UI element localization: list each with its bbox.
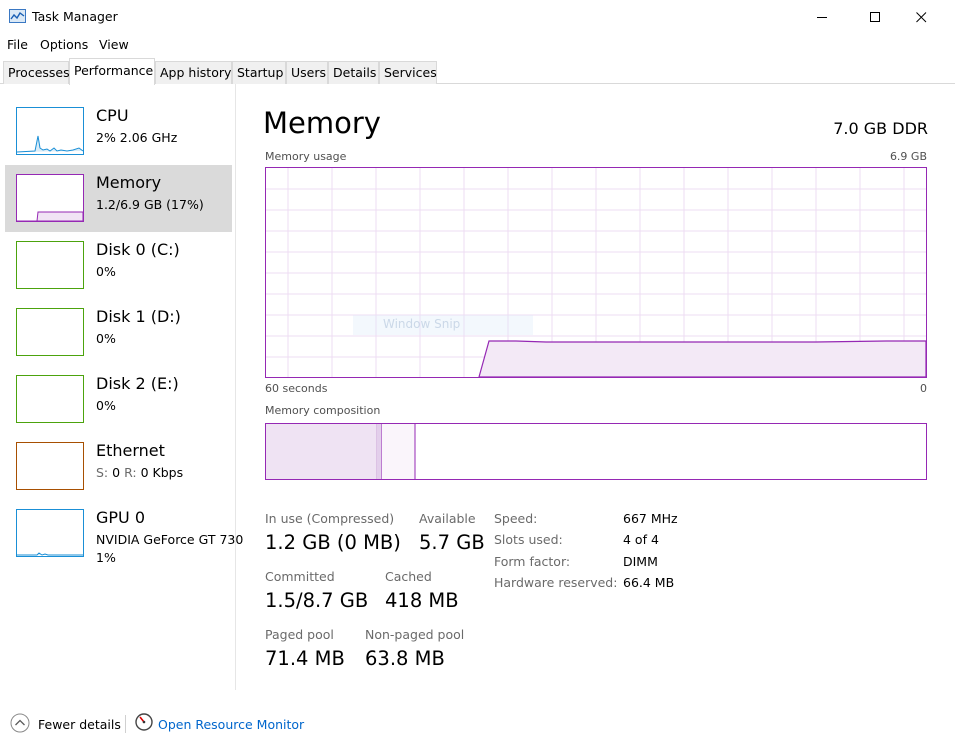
sidebar-item-cpu[interactable]: CPU 2% 2.06 GHz (5, 98, 232, 165)
sidebar-item-value: 0% (96, 264, 116, 279)
minimize-icon (816, 16, 827, 18)
ethernet-thumbnail-graph (16, 442, 84, 490)
sidebar-item-label: Memory (96, 173, 162, 192)
tab-app-history[interactable]: App history (155, 61, 232, 84)
memory-usage-area (478, 340, 927, 378)
speed-label: Speed: (494, 511, 538, 526)
tab-performance[interactable]: Performance (69, 58, 155, 85)
tab-processes[interactable]: Processes (3, 61, 70, 84)
form-factor-value: DIMM (623, 554, 658, 569)
cached-value: 418 MB (385, 589, 459, 612)
composition-standby (382, 424, 415, 479)
sidebar-item-gpu-0[interactable]: GPU 0 NVIDIA GeForce GT 730 1% (5, 500, 243, 567)
memory-usage-chart (266, 168, 927, 378)
disk-2-thumbnail-graph (16, 375, 84, 423)
tab-startup[interactable]: Startup (232, 61, 286, 84)
available-label: Available (419, 511, 476, 526)
minimize-button[interactable] (799, 0, 845, 34)
sidebar-item-value: 1.2/6.9 GB (17%) (96, 197, 204, 212)
memory-usage-graph (265, 167, 927, 378)
sidebar-item-ethernet[interactable]: Ethernet S: 0 R: 0 Kbps (5, 433, 232, 500)
menu-bar: File Options View (0, 34, 955, 56)
maximize-icon (869, 11, 880, 22)
fewer-details-button[interactable]: Fewer details (38, 717, 121, 732)
window-title: Task Manager (32, 9, 118, 24)
memory-usage-max: 6.9 GB (889, 150, 927, 163)
sidebar-item-value: S: 0 R: 0 Kbps (96, 465, 183, 480)
page-title: Memory (263, 106, 381, 140)
committed-value: 1.5/8.7 GB (265, 589, 369, 612)
task-manager-icon (9, 9, 26, 23)
slots-used-label: Slots used: (494, 532, 563, 547)
window-snip-watermark: Window Snip (353, 315, 533, 335)
footer-separator (125, 715, 126, 733)
composition-modified (377, 424, 382, 479)
memory-thumbnail-graph (16, 174, 84, 222)
cached-label: Cached (385, 569, 432, 584)
sidebar-item-label: Ethernet (96, 441, 165, 460)
maximize-button[interactable] (852, 0, 898, 34)
footer: Fewer details Open Resource Monitor (0, 690, 955, 750)
time-axis-end: 0 (920, 382, 927, 395)
sidebar-item-label: Disk 1 (D:) (96, 307, 181, 326)
tab-services[interactable]: Services (379, 61, 437, 84)
disk-1-thumbnail-graph (16, 308, 84, 356)
sidebar-item-value: 0% (96, 331, 116, 346)
in-use-value: 1.2 GB (0 MB) (265, 531, 401, 554)
hardware-reserved-value: 66.4 MB (623, 575, 675, 590)
cpu-thumbnail-graph (16, 107, 84, 155)
gpu-0-thumbnail-graph (16, 509, 84, 557)
paged-pool-label: Paged pool (265, 627, 334, 642)
menu-view[interactable]: View (99, 37, 129, 52)
menu-file[interactable]: File (7, 37, 28, 52)
speed-value: 667 MHz (623, 511, 678, 526)
title-bar[interactable]: Task Manager (0, 0, 955, 34)
tab-bar: Processes Performance App history Startu… (0, 56, 955, 85)
sidebar-item-disk-1[interactable]: Disk 1 (D:) 0% (5, 299, 232, 366)
memory-usage-label: Memory usage (265, 150, 347, 163)
non-paged-pool-label: Non-paged pool (365, 627, 465, 642)
sidebar-item-label: Disk 0 (C:) (96, 240, 180, 259)
tab-users[interactable]: Users (286, 61, 328, 84)
sidebar-item-value: NVIDIA GeForce GT 730 (96, 532, 244, 547)
resource-sidebar: CPU 2% 2.06 GHz Memory 1.2/6.9 GB (17%) … (0, 84, 243, 690)
receive-label: R: (124, 465, 137, 480)
paged-pool-value: 71.4 MB (265, 647, 345, 670)
sidebar-item-label: Disk 2 (E:) (96, 374, 179, 393)
resource-monitor-icon[interactable] (135, 713, 153, 731)
slots-used-value: 4 of 4 (623, 532, 659, 547)
sidebar-item-disk-2[interactable]: Disk 2 (E:) 0% (5, 366, 232, 433)
committed-label: Committed (265, 569, 335, 584)
time-axis-start: 60 seconds (265, 382, 328, 395)
composition-in-use (266, 424, 377, 479)
sidebar-item-label: GPU 0 (96, 508, 146, 527)
disk-0-thumbnail-graph (16, 241, 84, 289)
non-paged-pool-value: 63.8 MB (365, 647, 445, 670)
close-icon (915, 11, 926, 22)
available-value: 5.7 GB (419, 531, 485, 554)
form-factor-label: Form factor: (494, 554, 571, 569)
sidebar-item-usage: 1% (96, 550, 116, 565)
sidebar-item-disk-0[interactable]: Disk 0 (C:) 0% (5, 232, 232, 299)
tab-details[interactable]: Details (328, 61, 379, 84)
memory-composition-bar (265, 423, 927, 480)
receive-value: 0 Kbps (140, 465, 184, 480)
send-value: 0 (112, 465, 121, 480)
hardware-reserved-label: Hardware reserved: (494, 575, 618, 590)
open-resource-monitor-link[interactable]: Open Resource Monitor (158, 717, 304, 732)
memory-model: 7.0 GB DDR (833, 119, 928, 138)
chevron-up-circle-icon[interactable] (10, 713, 30, 733)
sidebar-item-value: 2% 2.06 GHz (96, 130, 178, 145)
sidebar-item-label: CPU (96, 106, 129, 125)
sidebar-item-value: 0% (96, 398, 116, 413)
send-label: S: (96, 465, 109, 480)
close-button[interactable] (898, 0, 944, 34)
sidebar-item-memory[interactable]: Memory 1.2/6.9 GB (17%) (5, 165, 232, 232)
in-use-label: In use (Compressed) (265, 511, 395, 526)
menu-options[interactable]: Options (40, 37, 88, 52)
memory-composition-label: Memory composition (265, 404, 381, 417)
